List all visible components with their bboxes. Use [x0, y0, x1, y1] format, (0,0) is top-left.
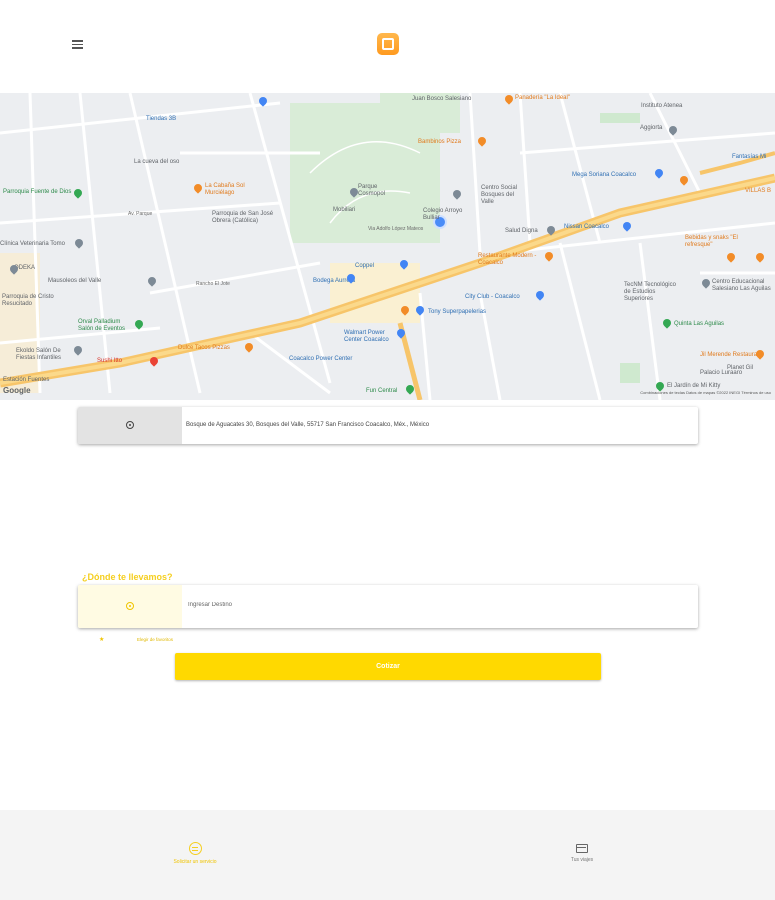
poi-label[interactable]: Salud Digna [505, 228, 538, 235]
poi-label[interactable]: Mausoleos del Valle [48, 278, 101, 285]
app-logo-icon [377, 33, 399, 55]
poi-label: Palacio Luraaro [700, 370, 743, 376]
poi-label[interactable]: Restaurante Modern - Coacalco [478, 253, 544, 267]
destination-icon-cell [78, 585, 182, 628]
poi-label[interactable]: Centro Educacional Salesiano Las Aguilas [712, 279, 775, 293]
poi-label[interactable]: Parroquia Fuente de Dios [3, 189, 71, 196]
request-service-icon [188, 842, 202, 855]
poi-label[interactable]: Clínica Veterinaria Tomo [0, 241, 65, 248]
map-view[interactable]: Tiendas 3B La cueva del oso Parroquia Fu… [0, 93, 775, 400]
tab-trips[interactable]: Tus viajes [522, 842, 642, 863]
tab-label: Solicitar un servicio [173, 859, 217, 865]
current-location-icon [126, 421, 134, 429]
destination-title: ¿Dónde te llevamos? [82, 572, 173, 582]
poi-label[interactable]: Sushi Itto [97, 358, 122, 365]
street-label: Rancho El Jote [196, 281, 230, 287]
poi-label[interactable]: Coppel [355, 263, 374, 270]
street-label: Av. Parque [128, 211, 153, 217]
poi-label[interactable]: Fantasías Mi [732, 154, 766, 161]
street-label: Via Adolfo López Mateos [368, 226, 424, 232]
poi-label[interactable]: Parroquia de San José Obrera (Católica) [212, 211, 292, 225]
poi-label[interactable]: Ekoldo Salón De Fiestas Infantiles [16, 348, 76, 362]
poi-label[interactable]: Orval Palladium Salón de Eventos [78, 319, 133, 333]
poi-label[interactable]: Dulce Tacos Pizzas [178, 345, 230, 352]
destination-pin-icon [126, 602, 134, 610]
poi-label[interactable]: Bebidas y snaks "El refresque" [685, 235, 745, 249]
star-icon: ★ [99, 637, 105, 643]
poi-label[interactable]: Parque Cosmopol [358, 184, 398, 198]
origin-address[interactable]: Bosque de Aguacates 30, Bosques del Vall… [186, 422, 429, 428]
poi-label[interactable]: Panadería "La Ideal" [515, 95, 570, 102]
destination-field[interactable] [78, 585, 698, 628]
poi-label: La cueva del oso [134, 159, 180, 165]
poi-label[interactable]: El Jardín de Mi Kitty [667, 383, 720, 390]
poi-label[interactable]: Tony Superpapelerias [428, 309, 486, 316]
poi-label[interactable]: Coacalco Power Center [289, 356, 352, 363]
poi-label[interactable]: Estación Fuentes [3, 377, 49, 384]
favorites-label[interactable]: Elegir de favoritos [137, 637, 173, 642]
poi-label[interactable]: Nissan Coacalco [564, 224, 609, 231]
destination-input[interactable] [186, 601, 690, 609]
poi-label[interactable]: Centro Social Bosques del Valle [481, 185, 526, 206]
origin-field[interactable]: Bosque de Aguacates 30, Bosques del Vall… [78, 407, 698, 444]
origin-icon-cell [78, 407, 182, 444]
poi-label[interactable]: Jil Merende Restaurant [700, 352, 762, 359]
google-logo: Google [3, 386, 31, 395]
poi-label[interactable]: Walmart Power Center Coacalco [344, 330, 394, 344]
poi-label[interactable]: Quinta Las Aguilas [674, 321, 724, 328]
bottom-navigation: Solicitar un servicio Tus viajes [0, 810, 775, 900]
poi-label: VILLAS B [745, 188, 772, 194]
poi-label[interactable]: Aggiorta [640, 125, 662, 132]
poi-label[interactable]: Tiendas 3B [146, 116, 176, 123]
tab-request-service[interactable]: Solicitar un servicio [135, 842, 255, 865]
quote-button[interactable]: Cotizar [175, 653, 601, 680]
top-bar [0, 0, 775, 93]
hamburger-menu-icon[interactable] [72, 40, 83, 49]
map-canvas [0, 93, 775, 400]
poi-label[interactable]: La Cabaña Sol Murciélago [205, 183, 275, 197]
poi-label[interactable]: TecNM Tecnológico de Estudios Superiores [624, 282, 684, 303]
poi-label[interactable]: Fun Central [366, 388, 397, 395]
poi-label[interactable]: Bambinos Pizza [418, 139, 461, 146]
poi-label[interactable]: City Club - Coacalco [465, 294, 520, 301]
poi-label: Mobiliari [333, 207, 356, 213]
poi-label[interactable]: Parroquia de Cristo Resucitado [2, 294, 62, 308]
poi-label[interactable]: Mega Soriana Coacalco [572, 172, 636, 179]
poi-label[interactable]: Colegio Arroyo Bulliar [423, 208, 473, 222]
poi-label: Juan Bosco Salesiano [412, 96, 472, 102]
poi-label[interactable]: Instituto Atenea [641, 103, 682, 110]
map-attribution[interactable]: Combinaciones de teclas Datos de mapas ©… [640, 390, 771, 395]
tab-label: Tus viajes [570, 857, 594, 863]
trips-icon [576, 844, 588, 853]
